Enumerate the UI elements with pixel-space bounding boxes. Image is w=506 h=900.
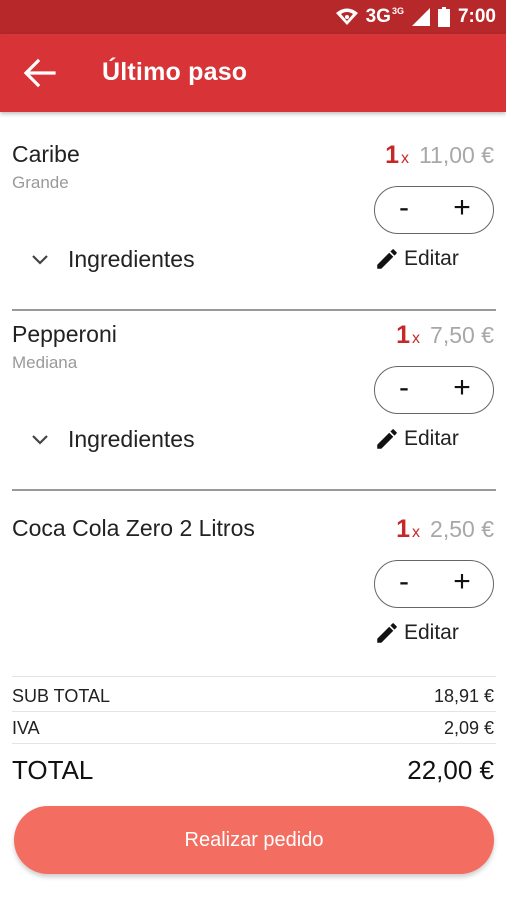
ingredients-label: Ingredientes: [68, 426, 195, 452]
item-divider: [12, 489, 496, 491]
pencil-icon: [377, 623, 397, 643]
item-size: Mediana: [12, 353, 78, 372]
item-qty-price: 1 x 7,50 €: [396, 321, 494, 350]
subtotal-value: 18,91 €: [433, 686, 494, 706]
edit-label: Editar: [404, 621, 459, 644]
ingredients-toggle[interactable]: Ingredientes: [30, 246, 195, 273]
place-order-button[interactable]: Realizar pedido: [14, 806, 494, 874]
edit-button[interactable]: Editar: [374, 426, 459, 452]
status-icons: 3G 3G 7:00: [335, 6, 496, 28]
app-bar: Último paso: [0, 34, 506, 112]
summary-divider: [12, 711, 496, 712]
total-value: 22,00 €: [407, 755, 494, 785]
increase-button[interactable]: +: [451, 371, 473, 405]
page-title: Último paso: [102, 58, 248, 86]
wifi-icon: [335, 8, 358, 25]
place-order-label: Realizar pedido: [184, 828, 324, 851]
network-type-sup: 3G: [391, 6, 404, 16]
quantity-stepper: - +: [374, 366, 494, 414]
item-qty-price: 1 x 2,50 €: [396, 515, 494, 544]
item-divider: [12, 309, 496, 311]
item-price: 7,50 €: [430, 322, 494, 348]
edit-button[interactable]: Editar: [374, 620, 459, 646]
increase-button[interactable]: +: [451, 191, 473, 225]
item-name: Caribe: [12, 141, 80, 167]
pencil-icon: [377, 429, 397, 449]
signal-icon: [411, 8, 430, 26]
decrease-button[interactable]: -: [393, 191, 415, 225]
edit-label: Editar: [404, 247, 459, 270]
quantity-stepper: - +: [374, 186, 494, 234]
iva-value: 2,09 €: [443, 718, 494, 738]
decrease-button[interactable]: -: [393, 371, 415, 405]
decrease-button[interactable]: -: [393, 565, 415, 599]
item-quantity: 1: [396, 515, 411, 543]
battery-icon: [437, 7, 450, 27]
chevron-down-icon: [32, 254, 48, 265]
item-quantity: 1: [396, 321, 411, 349]
iva-label: IVA: [12, 718, 40, 738]
back-arrow-icon[interactable]: [22, 57, 56, 89]
item-name: Pepperoni: [12, 321, 117, 347]
clock: 7:00: [457, 6, 496, 27]
item-price: 2,50 €: [430, 516, 494, 542]
ingredients-toggle[interactable]: Ingredientes: [30, 426, 195, 453]
item-size: Grande: [12, 173, 69, 192]
edit-button[interactable]: Editar: [374, 246, 459, 272]
edit-label: Editar: [404, 427, 459, 450]
times-sign: x: [400, 150, 409, 167]
item-name: Coca Cola Zero 2 Litros: [12, 515, 255, 541]
subtotal-label: SUB TOTAL: [12, 686, 111, 706]
item-price: 11,00 €: [418, 142, 494, 168]
summary-divider: [12, 743, 496, 744]
increase-button[interactable]: +: [451, 565, 473, 599]
quantity-stepper: - +: [374, 560, 494, 608]
chevron-down-icon: [32, 434, 48, 445]
times-sign: x: [412, 330, 421, 347]
status-bar: 3G 3G 7:00: [0, 0, 506, 34]
item-quantity: 1: [385, 141, 399, 169]
total-label: TOTAL: [12, 755, 94, 785]
pencil-icon: [377, 249, 397, 269]
times-sign: x: [412, 524, 421, 541]
network-type: 3G: [365, 6, 391, 27]
summary-divider: [12, 676, 496, 677]
ingredients-label: Ingredientes: [68, 246, 195, 272]
item-qty-price: 1 x 11,00 €: [385, 141, 494, 170]
